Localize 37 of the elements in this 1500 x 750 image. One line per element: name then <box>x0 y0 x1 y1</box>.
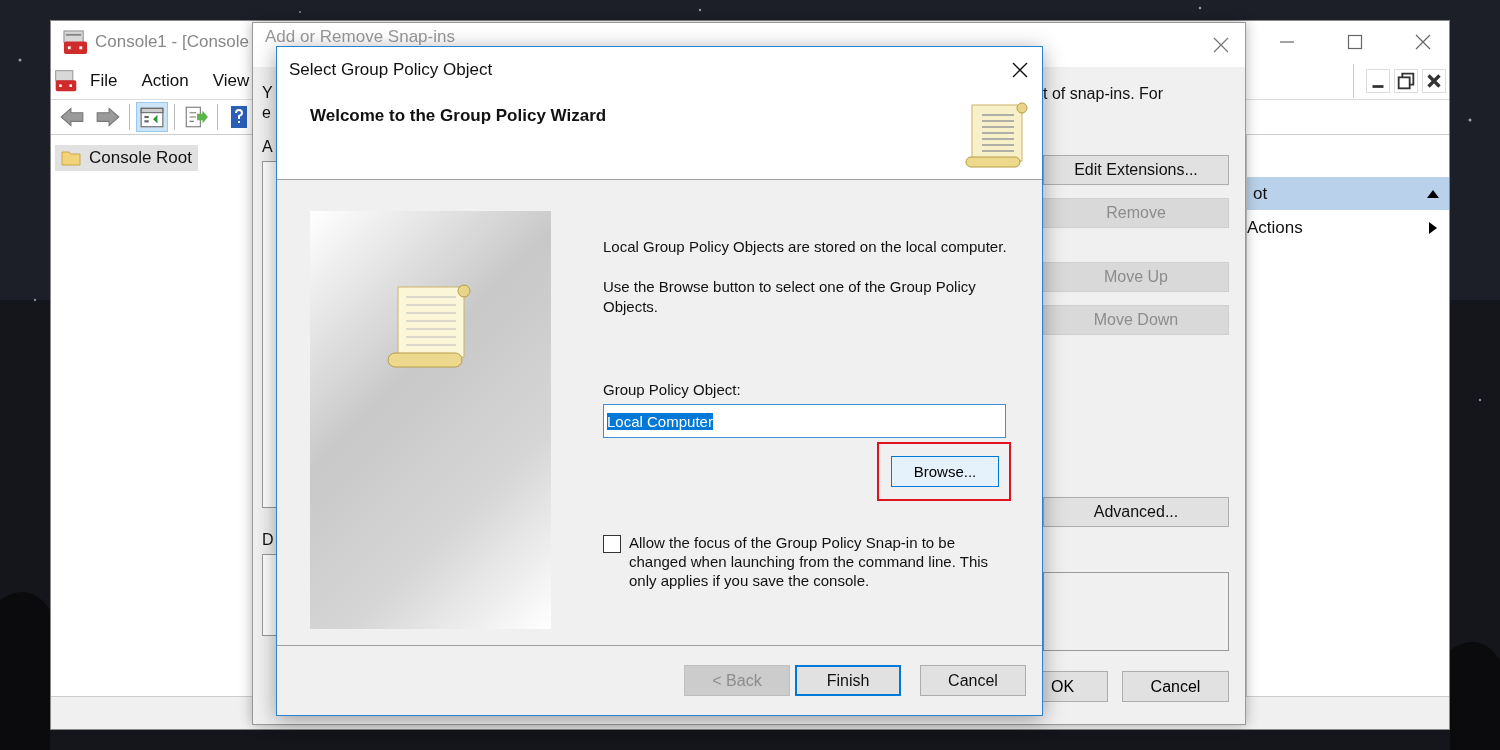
wizard-button[interactable]: Finish <box>795 665 901 696</box>
description-text: t of snap-ins. For <box>1043 85 1165 103</box>
checkbox-label: Allow the focus of the Group Policy Snap-in to be changed when launching from the command line. This only applies if you save the console. <box>629 533 990 590</box>
info-text: Use the Browse button to select one of the Group Policy Objects. <box>603 277 977 317</box>
list-label: A <box>262 137 274 157</box>
console-tree-icon[interactable] <box>136 102 168 132</box>
menu-item[interactable]: Action <box>141 71 189 91</box>
toolbox-icon <box>62 29 89 55</box>
submenu-arrow-icon <box>1429 222 1437 234</box>
checkbox[interactable] <box>603 535 621 553</box>
menu-item[interactable]: View <box>212 71 250 91</box>
policy-object-field[interactable]: Local Computer <box>603 404 1006 438</box>
snapin-button[interactable]: Advanced... <box>1043 497 1229 527</box>
info-text: Local Group Policy Objects are stored on the local computer. <box>603 237 1008 257</box>
wizard-button[interactable]: Cancel <box>920 665 1026 696</box>
menu-item[interactable]: File <box>90 71 118 91</box>
maximize-icon[interactable] <box>1347 34 1363 50</box>
browse-button[interactable]: Browse... <box>891 456 999 487</box>
window-title: Console1 - [Console <box>95 32 250 52</box>
collapse-arrow-icon <box>1427 189 1439 198</box>
description-label: D <box>262 530 275 550</box>
scroll-icon <box>964 101 1030 171</box>
toolbox-icon[interactable] <box>54 69 78 93</box>
actions-item[interactable]: Actions <box>1247 210 1449 238</box>
dialog-title: Select Group Policy Object <box>289 60 493 80</box>
field-label: Group Policy Object: <box>603 381 742 398</box>
description-text: Y <box>262 83 274 103</box>
minimize-icon[interactable] <box>1366 69 1390 93</box>
close-icon[interactable] <box>1012 62 1028 78</box>
actions-header[interactable]: ot <box>1247 177 1449 210</box>
tree-item[interactable]: Console Root <box>55 145 198 171</box>
dialog-button[interactable]: Cancel <box>1122 671 1229 702</box>
folder-icon <box>61 150 81 166</box>
snapin-button[interactable]: Edit Extensions... <box>1043 155 1229 185</box>
window-title: Add or Remove Snap-ins <box>265 27 455 47</box>
restore-icon[interactable] <box>1394 69 1418 93</box>
wizard-heading: Welcome to the Group Policy Wizard <box>310 106 607 126</box>
